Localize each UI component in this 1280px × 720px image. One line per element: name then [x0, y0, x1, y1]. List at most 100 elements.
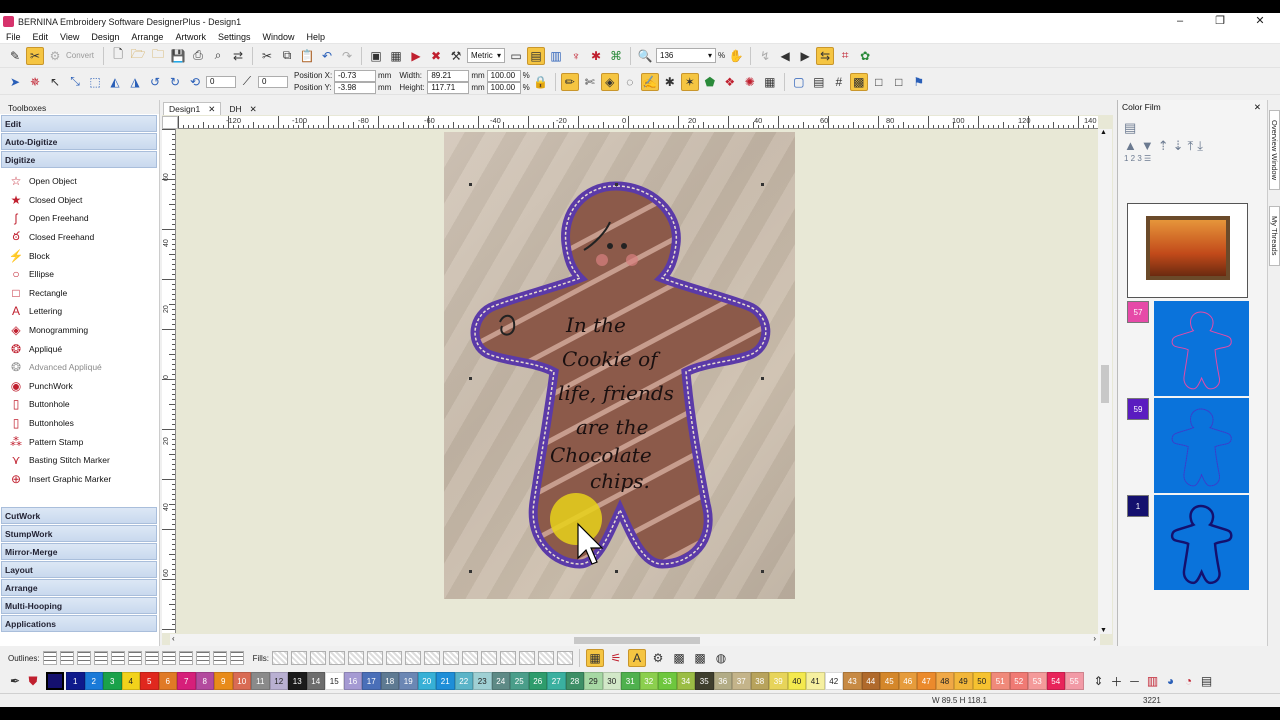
palette-color-swatch[interactable]: 11: [251, 672, 270, 690]
lock-proportions-icon[interactable]: 🔒: [532, 73, 550, 91]
fill-type-icon[interactable]: [367, 651, 384, 665]
width-scale-input[interactable]: 100.00: [486, 69, 521, 82]
tab-close-icon[interactable]: ✕: [250, 104, 257, 114]
blank-icon[interactable]: □: [870, 73, 888, 91]
tool-basting-stitch-marker[interactable]: ⋎ Basting Stitch Marker: [0, 451, 159, 470]
options-icon[interactable]: ⚒: [447, 47, 465, 65]
color-wheel-icon[interactable]: ◕: [1162, 672, 1180, 690]
menu-view[interactable]: View: [54, 32, 85, 42]
tool-ellipse[interactable]: ○ Ellipse: [0, 265, 159, 284]
palette-color-swatch[interactable]: 28: [565, 672, 584, 690]
palette-color-swatch[interactable]: 26: [528, 672, 547, 690]
film-sort-icons[interactable]: ▲▼⇡⇣⤒⤓: [1124, 138, 1267, 154]
vertical-scroll-thumb[interactable]: [1101, 365, 1109, 403]
slant-angle-input[interactable]: 0: [258, 75, 288, 88]
save-icon[interactable]: 💾: [169, 47, 187, 65]
fill-type-icon[interactable]: [462, 651, 479, 665]
menu-window[interactable]: Window: [256, 32, 300, 42]
tool-lettering[interactable]: A Lettering: [0, 302, 159, 321]
toolbox-section-cutwork[interactable]: CutWork: [1, 507, 157, 525]
palette-color-swatch[interactable]: 25: [510, 672, 529, 690]
maximize-button[interactable]: ❐: [1200, 13, 1240, 30]
menu-edit[interactable]: Edit: [27, 32, 55, 42]
rotate-icon[interactable]: ⟲: [186, 73, 204, 91]
fill-type-icon[interactable]: [443, 651, 460, 665]
edit-mode-icon[interactable]: ✎: [6, 47, 24, 65]
toolbox-section-stumpwork[interactable]: StumpWork: [1, 525, 157, 543]
outline-type-icon[interactable]: [127, 651, 142, 665]
current-color-swatch[interactable]: [46, 672, 64, 690]
outline-type-icon[interactable]: [229, 651, 244, 665]
scroll-right-icon[interactable]: ›: [1093, 634, 1096, 643]
vertical-scrollbar[interactable]: ▲ ▼: [1098, 129, 1112, 634]
palette-color-swatch[interactable]: 40: [787, 672, 806, 690]
film-view-icon[interactable]: ▤: [1124, 120, 1267, 136]
outline-type-icon[interactable]: [76, 651, 91, 665]
menu-settings[interactable]: Settings: [212, 32, 257, 42]
palette-scroll-icon[interactable]: ⇕: [1090, 672, 1108, 690]
texture-icon[interactable]: ▩: [691, 649, 709, 667]
palette-color-swatch[interactable]: 7: [177, 672, 196, 690]
position-y-input[interactable]: -3.98: [334, 81, 376, 94]
show-artwork-icon[interactable]: ▤: [527, 46, 546, 65]
palette-color-swatch[interactable]: 49: [954, 672, 973, 690]
fill-type-icon[interactable]: [424, 651, 441, 665]
palette-color-swatch[interactable]: 38: [750, 672, 769, 690]
print-preview-icon[interactable]: ⌕: [209, 47, 227, 65]
palette-color-swatch[interactable]: 43: [843, 672, 862, 690]
palette-color-swatch[interactable]: 3: [103, 672, 122, 690]
fill-type-icon[interactable]: [481, 651, 498, 665]
position-x-input[interactable]: -0.73: [334, 69, 376, 82]
palette-color-swatch[interactable]: 14: [306, 672, 325, 690]
stitch-player-icon[interactable]: ▶: [407, 47, 425, 65]
outline-type-icon[interactable]: [110, 651, 125, 665]
outline-type-icon[interactable]: [212, 651, 227, 665]
lettering-style-icon[interactable]: A: [628, 649, 647, 667]
toolbox-section-mirror-merge[interactable]: Mirror-Merge: [1, 543, 157, 561]
fill-type-icon[interactable]: [272, 651, 289, 665]
palette-color-swatch[interactable]: 21: [436, 672, 455, 690]
export-machine-icon[interactable]: ⇄: [229, 47, 247, 65]
delete-icon[interactable]: ✖: [427, 47, 445, 65]
palette-color-swatch[interactable]: 2: [84, 672, 103, 690]
scale-icon[interactable]: ⤡: [66, 73, 84, 91]
frame-icon[interactable]: ▢: [790, 73, 808, 91]
hoop-layout-icon[interactable]: ⌗: [836, 47, 854, 65]
pan-hand-icon[interactable]: ✋: [727, 47, 745, 65]
fill-type-icon[interactable]: [291, 651, 308, 665]
palette-color-swatch[interactable]: 20: [417, 672, 436, 690]
palette-color-swatch[interactable]: 32: [639, 672, 658, 690]
toolbox-section-digitize[interactable]: Digitize: [1, 151, 157, 168]
color-sequence-icon[interactable]: ⇆: [816, 46, 835, 65]
fill-type-icon[interactable]: [405, 651, 422, 665]
redo-icon[interactable]: ↷: [338, 47, 356, 65]
mirror-v-icon[interactable]: ◮: [126, 73, 144, 91]
palette-color-swatch[interactable]: 15: [325, 672, 344, 690]
tab-close-icon[interactable]: ✕: [208, 104, 215, 114]
outline-type-icon[interactable]: [93, 651, 108, 665]
color-film-item[interactable]: [1154, 398, 1249, 493]
menu-artwork[interactable]: Artwork: [169, 32, 212, 42]
color-fill-icon[interactable]: ⛊: [24, 672, 42, 690]
panel-close-icon[interactable]: ✕: [1254, 102, 1261, 113]
palette-color-swatch[interactable]: 8: [195, 672, 214, 690]
overview-window-tab[interactable]: Overview Window: [1269, 110, 1280, 190]
next-icon[interactable]: ▶: [796, 47, 814, 65]
my-threads-tab[interactable]: My Threads: [1269, 206, 1280, 266]
remove-color-icon[interactable]: －: [1126, 672, 1144, 690]
palette-color-swatch[interactable]: 36: [713, 672, 732, 690]
palette-color-swatch[interactable]: 31: [621, 672, 640, 690]
stitch-view-icon[interactable]: ✱: [587, 47, 605, 65]
toolbox-section-arrange[interactable]: Arrange: [1, 579, 157, 597]
color-film-item[interactable]: [1154, 495, 1249, 590]
scroll-up-icon[interactable]: ▲: [1100, 129, 1107, 136]
tool-insert-graphic-marker[interactable]: ⊕ Insert Graphic Marker: [0, 470, 159, 489]
toolbox-section-multi-hooping[interactable]: Multi-Hooping: [1, 597, 157, 615]
palette-color-swatch[interactable]: 35: [695, 672, 714, 690]
fill-type-icon[interactable]: [329, 651, 346, 665]
shape-icon[interactable]: ⬟: [701, 73, 719, 91]
menu-file[interactable]: File: [0, 32, 27, 42]
tool-rectangle[interactable]: □ Rectangle: [0, 284, 159, 303]
artwork-mode-icon[interactable]: ✂: [26, 46, 44, 65]
palette-color-swatch[interactable]: 33: [658, 672, 677, 690]
